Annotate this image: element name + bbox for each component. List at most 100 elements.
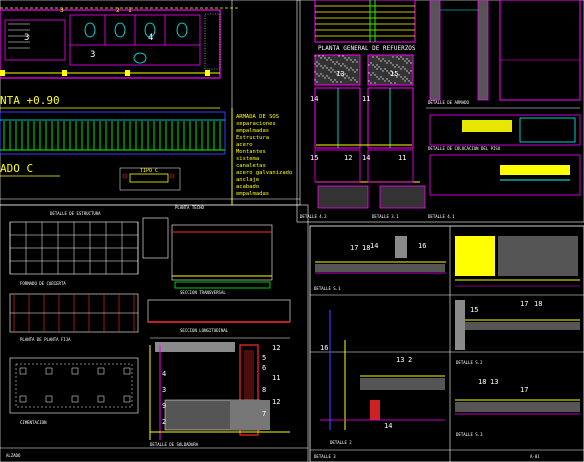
detail-title: DETALLE DE ARMADO xyxy=(428,100,470,105)
cad-drawing-canvas[interactable]: 3 4 3 2 1 3 NTA +0.90 ADO C ARMADA DE SO… xyxy=(0,0,584,462)
gravel-dot xyxy=(386,62,388,64)
callout: 13 xyxy=(336,70,344,78)
gravel-dot xyxy=(314,79,316,81)
gravel-dot xyxy=(408,72,410,74)
gravel-dot xyxy=(314,55,316,57)
gravel-dot xyxy=(380,68,382,70)
callout: 17 xyxy=(520,386,528,394)
callout: 13 xyxy=(396,356,404,364)
detail-s1: 17 18 14 16 DETALLE S.1 xyxy=(314,236,446,291)
callout: 17 xyxy=(520,300,528,308)
gravel-dot xyxy=(388,80,390,82)
gravel-dot xyxy=(402,58,404,60)
gravel-dot xyxy=(352,61,354,63)
detail-title: DETALLE S.1 xyxy=(314,286,341,291)
gravel-dot xyxy=(398,66,400,68)
detail-title: DETALLE 4.1 xyxy=(428,214,455,219)
gravel-dot xyxy=(336,61,338,63)
gravel-dot xyxy=(374,82,376,84)
gravel-dot xyxy=(316,81,318,83)
detail-title: DETALLE 3.1 xyxy=(372,214,399,219)
callout: 11 xyxy=(362,95,370,103)
gravel-dot xyxy=(382,70,384,72)
gravel-dot xyxy=(320,73,322,75)
dim-number: 1 xyxy=(128,7,132,14)
detail-step: 13 2 16 14 DETALLE 2 xyxy=(320,310,445,445)
callout: 14 xyxy=(384,422,392,430)
room-number: 4 xyxy=(148,33,153,43)
gravel-dot xyxy=(328,57,330,59)
sheet-bottom-left: FORMADO DE CUBIERTA PLANTA DE PLANTA FIJ… xyxy=(0,204,309,462)
gravel-dot xyxy=(318,55,320,57)
gravel-dot xyxy=(394,82,396,84)
callout: 6 xyxy=(262,364,266,372)
note-line: acabado xyxy=(236,184,259,190)
footing-mark xyxy=(123,395,131,403)
gravel-dot xyxy=(318,75,320,77)
gravel-dot xyxy=(400,56,402,58)
gravel-dot xyxy=(370,62,372,64)
gravel-dot xyxy=(400,76,402,78)
gravel-dot xyxy=(372,72,374,74)
section-columns: 14 11 15 12 14 11 15 13 xyxy=(310,54,426,209)
gravel-dot xyxy=(332,81,334,83)
view-title: ALZADO xyxy=(6,453,21,458)
sheet-top-left: 3 4 3 2 1 3 NTA +0.90 ADO C ARMADA DE SO… xyxy=(0,0,301,206)
gravel-dot xyxy=(322,55,324,57)
callout: 11 xyxy=(398,154,406,162)
note-line: acero xyxy=(236,142,253,148)
gravel-dot xyxy=(374,66,376,68)
view-title: CIMENTACION xyxy=(20,420,47,425)
gravel-dot xyxy=(384,60,386,62)
gravel-dot xyxy=(316,61,318,63)
gravel-dot xyxy=(384,80,386,82)
gravel-dot xyxy=(314,71,316,73)
gravel-dot xyxy=(316,65,318,67)
gravel-dot xyxy=(398,58,400,60)
gravel-dot xyxy=(406,58,408,60)
gravel-dot xyxy=(340,65,342,67)
wall-detail: DETALLE DE ARMADO xyxy=(426,0,581,109)
gravel-dot xyxy=(342,55,344,57)
gravel-dot xyxy=(322,75,324,77)
view-title: PLANTA DE PLANTA FIJA xyxy=(20,337,71,342)
gravel-dot xyxy=(338,63,340,65)
gravel-dot xyxy=(330,67,332,69)
callout: 11 xyxy=(272,374,280,382)
gravel-dot xyxy=(320,57,322,59)
gravel-dot xyxy=(318,63,320,65)
gravel-dot xyxy=(336,81,338,83)
gravel-dot xyxy=(326,67,328,69)
view-title: FORMADO DE CUBIERTA xyxy=(20,281,66,286)
gravel-dot xyxy=(316,73,318,75)
callout: 14 xyxy=(362,154,370,162)
gravel-dot xyxy=(376,56,378,58)
gravel-dot xyxy=(324,65,326,67)
gravel-dot xyxy=(376,68,378,70)
gravel-dot xyxy=(368,80,370,82)
gravel-dot xyxy=(348,69,350,71)
gravel-dot xyxy=(402,78,404,80)
gravel-dot xyxy=(330,59,332,61)
note-line: Estructura xyxy=(236,135,269,141)
gravel-dot xyxy=(384,68,386,70)
gravel-dot xyxy=(340,81,342,83)
gravel-dot xyxy=(392,64,394,66)
view-title: PLANTA TECHO xyxy=(175,205,204,210)
sheet-id: A-01 xyxy=(530,454,540,459)
gravel-dot xyxy=(356,81,358,83)
gravel-dot xyxy=(326,75,328,77)
gravel-dot xyxy=(410,70,412,72)
callout: 15 xyxy=(310,154,318,162)
gravel-dot xyxy=(344,77,346,79)
footing-mark xyxy=(45,395,53,403)
notes-list: ARMADA DE SOS separaciones empalmadas Es… xyxy=(236,114,292,197)
detail-title: DETALLE S.3 xyxy=(456,432,483,437)
note-line: empalmadas xyxy=(236,191,269,197)
elevation-view xyxy=(0,111,226,155)
gravel-dot xyxy=(346,75,348,77)
gravel-dot xyxy=(402,66,404,68)
callout: 16 xyxy=(418,242,426,250)
gravel-dot xyxy=(344,73,346,75)
gravel-dot xyxy=(352,77,354,79)
